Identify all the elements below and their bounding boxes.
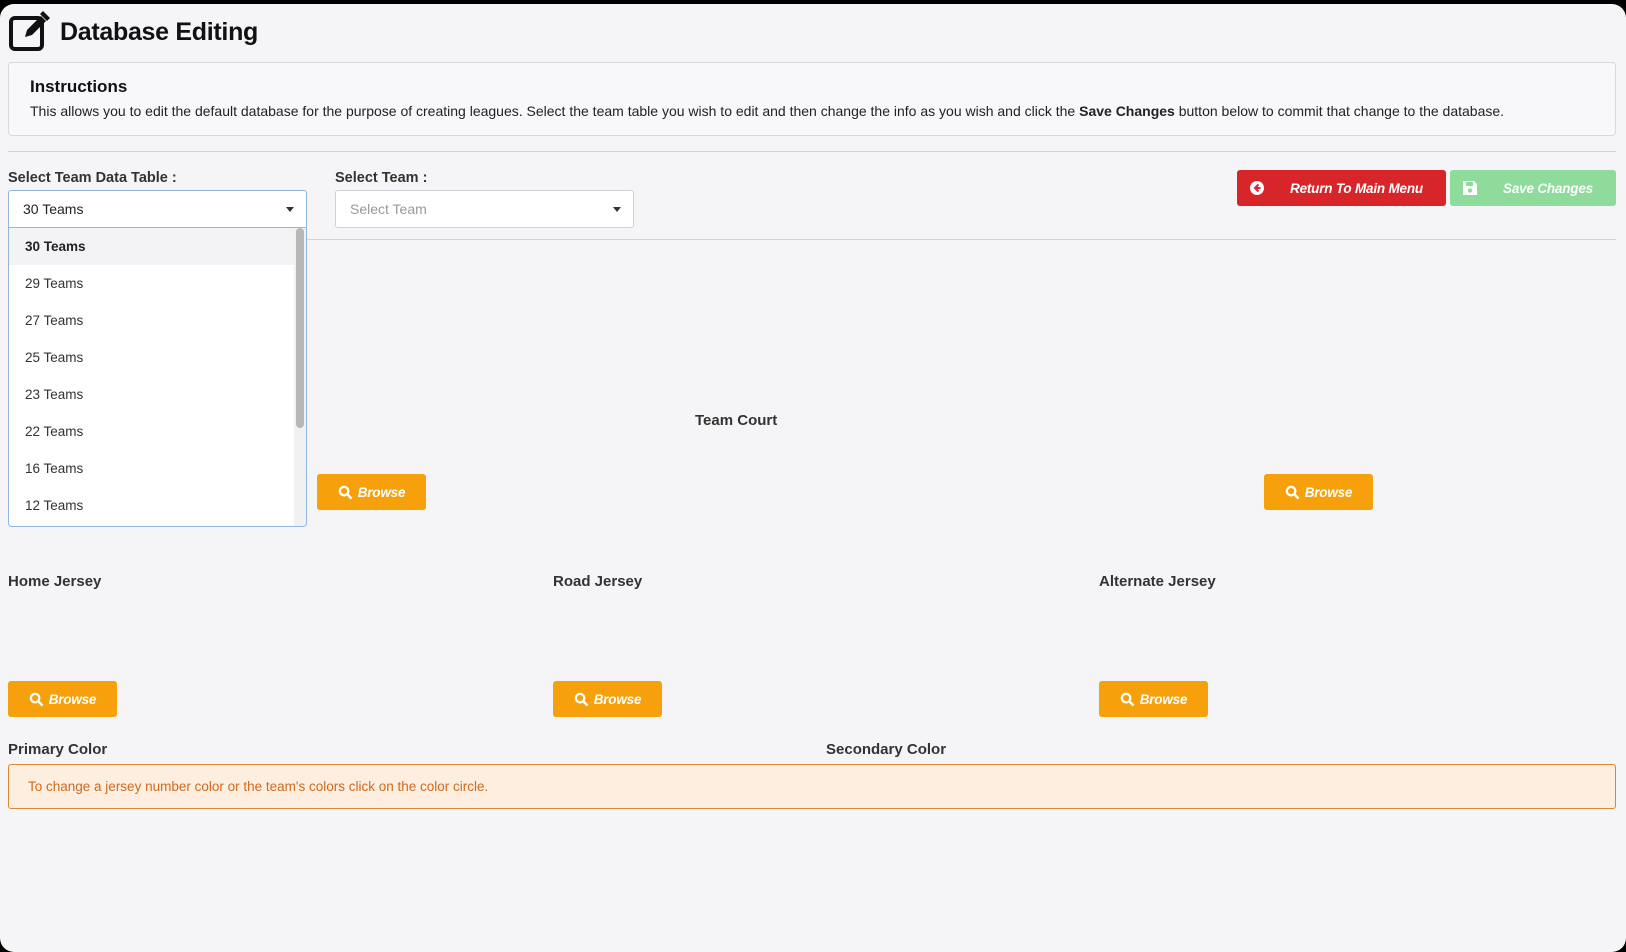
return-main-menu-label: Return To Main Menu [1290, 180, 1423, 196]
team-table-dropdown[interactable]: 30 Teams 29 Teams 27 Teams 25 Teams 23 T… [8, 228, 307, 527]
search-icon [338, 485, 353, 499]
browse-court-button[interactable]: Browse [317, 474, 426, 510]
browse-label: Browse [48, 691, 97, 707]
instructions-text-start: This allows you to edit the default data… [30, 103, 1080, 119]
dropdown-option[interactable]: 16 Teams [9, 450, 306, 487]
team-table-select[interactable]: 30 Teams [8, 190, 307, 228]
dropdown-option[interactable]: 22 Teams [9, 413, 306, 450]
team-select-label: Select Team : [335, 170, 428, 186]
browse-home-jersey-button[interactable]: Browse [8, 681, 117, 717]
search-icon [1285, 485, 1300, 499]
instructions-text-end: button below to commit that change to th… [1174, 103, 1505, 119]
team-court-label: Team Court [695, 412, 778, 429]
caret-down-icon [613, 207, 621, 212]
instructions-title: Instructions [30, 77, 128, 96]
floppy-disk-icon [1463, 181, 1477, 195]
search-icon [574, 692, 589, 706]
team-table-label: Select Team Data Table : [8, 170, 177, 186]
dropdown-option[interactable]: 29 Teams [9, 265, 306, 302]
app-window: Database Editing Instructions This allow… [0, 4, 1626, 952]
home-jersey-label: Home Jersey [8, 573, 102, 590]
team-select-placeholder: Select Team [350, 201, 427, 217]
browse-label: Browse [357, 484, 406, 500]
browse-label: Browse [593, 691, 642, 707]
dropdown-option[interactable]: 30 Teams [9, 228, 306, 265]
dropdown-option[interactable]: 12 Teams [9, 487, 306, 524]
dropdown-option[interactable]: 23 Teams [9, 376, 306, 413]
instructions-text-bold: Save Changes [1079, 103, 1175, 119]
primary-color-label: Primary Color [8, 741, 108, 758]
alert-text: To change a jersey number color or the t… [28, 779, 489, 794]
team-select[interactable]: Select Team [335, 190, 634, 228]
browse-alternate-jersey-button[interactable]: Browse [1099, 681, 1208, 717]
color-info-alert: To change a jersey number color or the t… [8, 764, 1616, 809]
browse-court-alt-button[interactable]: Browse [1264, 474, 1373, 510]
page-title: Database Editing [60, 17, 259, 46]
secondary-color-label: Secondary Color [826, 741, 947, 758]
browse-road-jersey-button[interactable]: Browse [553, 681, 662, 717]
return-main-menu-button[interactable]: Return To Main Menu [1237, 170, 1446, 206]
divider [8, 151, 1616, 152]
page-header: Database Editing [8, 10, 258, 54]
team-table-value: 30 Teams [23, 201, 84, 217]
road-jersey-label: Road Jersey [553, 573, 643, 590]
save-changes-button[interactable]: Save Changes [1450, 170, 1616, 206]
search-icon [1120, 692, 1135, 706]
edit-icon [9, 11, 50, 51]
alternate-jersey-label: Alternate Jersey [1099, 573, 1216, 590]
instructions-text: This allows you to edit the default data… [30, 103, 1594, 119]
caret-down-icon [286, 207, 294, 212]
search-icon [29, 692, 44, 706]
browse-label: Browse [1304, 484, 1353, 500]
dropdown-scrollbar[interactable] [294, 228, 306, 526]
scrollbar-thumb[interactable] [296, 228, 304, 428]
arrow-circle-left-icon [1250, 181, 1264, 195]
dropdown-option[interactable]: 25 Teams [9, 339, 306, 376]
instructions-panel: Instructions This allows you to edit the… [8, 62, 1616, 136]
browse-label: Browse [1139, 691, 1188, 707]
save-changes-label: Save Changes [1503, 180, 1593, 196]
dropdown-option[interactable]: 27 Teams [9, 302, 306, 339]
